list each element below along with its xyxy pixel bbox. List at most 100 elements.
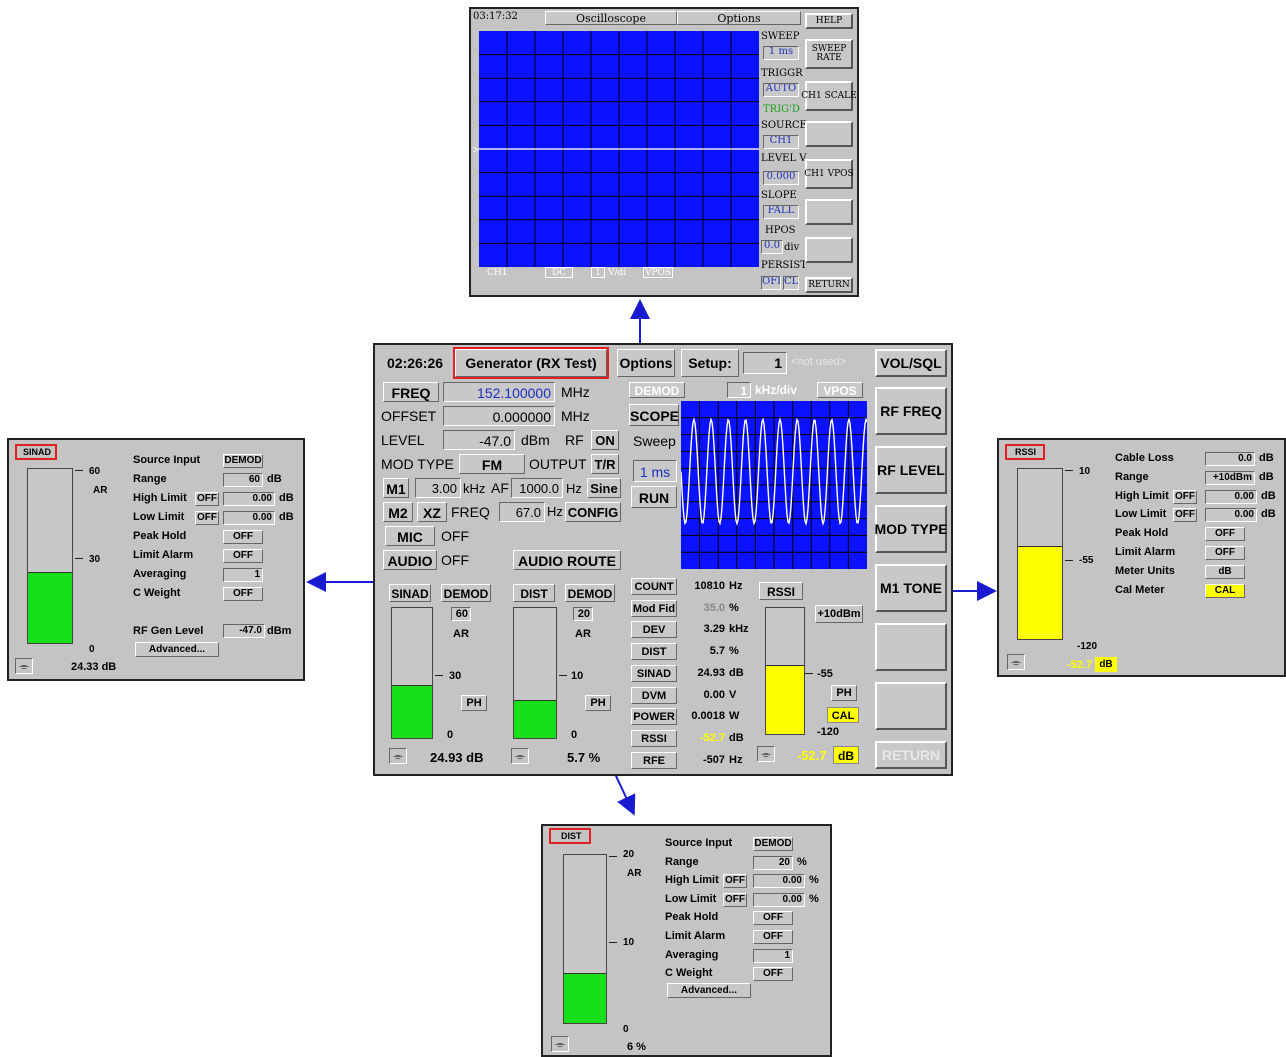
dist_pop-range-input[interactable]: 20 <box>753 855 793 870</box>
xz-button[interactable]: XZ <box>417 502 447 522</box>
sinad-peak-hold[interactable]: PH <box>461 695 487 711</box>
dist_pop-averaging-input[interactable]: 1 <box>753 948 793 963</box>
dist_pop-low-limit-input[interactable]: 0.00 <box>753 892 805 907</box>
rssi_pop-peak-hold-select[interactable]: OFF <box>1205 527 1245 542</box>
osc-options-menu[interactable]: Options <box>677 11 801 25</box>
config-button[interactable]: CONFIG <box>565 502 621 522</box>
osc-help-button[interactable]: HELP <box>805 13 853 29</box>
rf-toggle[interactable]: ON <box>591 430 619 450</box>
rssi-popup-bell-icon[interactable]: ⌯ <box>1007 654 1025 670</box>
main-options-menu[interactable]: Options <box>617 349 675 377</box>
dist_pop-source-input-select[interactable]: DEMOD <box>753 837 793 851</box>
sinad_pop-peak-hold-select[interactable]: OFF <box>223 530 263 544</box>
dist-peak-hold[interactable]: PH <box>585 695 611 711</box>
osc-persist-clear[interactable]: CL <box>783 276 799 290</box>
softkey-m1-tone[interactable]: M1 TONE <box>875 564 947 612</box>
rssi_pop-low-limit-input[interactable]: 0.00 <box>1205 508 1257 523</box>
level-input[interactable]: -47.0 <box>443 430 515 450</box>
sinad-gen-level-input[interactable]: -47.0 <box>223 624 265 638</box>
softkey-rf-level[interactable]: RF LEVEL <box>875 446 947 494</box>
sinad_pop-limit-alarm-select[interactable]: OFF <box>223 549 263 563</box>
osc-sweep-rate-button[interactable]: SWEEP RATE <box>805 39 853 69</box>
offset-input[interactable]: 0.000000 <box>443 406 555 426</box>
sinad-advanced-button[interactable]: Advanced... <box>135 642 219 657</box>
osc-level-value[interactable]: 0.000 <box>763 171 799 185</box>
m2-button[interactable]: M2 <box>383 502 413 522</box>
sinad-range[interactable]: 60 <box>451 607 471 621</box>
dist_pop-c-weight-select[interactable]: OFF <box>753 967 793 982</box>
meter-power-button[interactable]: POWER <box>631 708 677 726</box>
af-input[interactable]: 1000.0 <box>511 478 563 498</box>
dist-popup-bell-icon[interactable]: ⌯ <box>551 1036 569 1052</box>
rssi_pop-cable-loss-input[interactable]: 0.0 <box>1205 452 1255 466</box>
m1-button[interactable]: M1 <box>383 478 409 498</box>
sinad_pop-high-limit-toggle[interactable]: OFF <box>195 492 219 506</box>
osc-footer-vpos[interactable]: VPOS <box>643 267 673 278</box>
freq-input[interactable]: 152.100000 <box>443 382 555 402</box>
osc-trigger-mode[interactable]: AUTO <box>763 83 799 97</box>
sinad_pop-low-limit-toggle[interactable]: OFF <box>195 511 219 525</box>
sinad-meter-label[interactable]: SINAD <box>389 584 431 602</box>
rssi_pop-range-input[interactable]: +10dBm <box>1205 470 1255 485</box>
audio-button[interactable]: AUDIO <box>383 550 437 570</box>
osc-sweep-value[interactable]: 1 ms <box>763 46 799 60</box>
dist-advanced-button[interactable]: Advanced... <box>667 983 751 998</box>
rssi_pop-limit-alarm-select[interactable]: OFF <box>1205 546 1245 560</box>
dist_pop-high-limit-toggle[interactable]: OFF <box>723 874 747 889</box>
rssi-cal-button[interactable]: CAL <box>827 707 859 723</box>
osc-blank-button-2[interactable] <box>805 199 853 225</box>
mic-button[interactable]: MIC <box>385 526 435 546</box>
softkey-vol-sql[interactable]: VOL/SQL <box>875 349 947 377</box>
osc-slope-value[interactable]: FALL <box>763 205 799 219</box>
dist_pop-high-limit-input[interactable]: 0.00 <box>753 874 805 889</box>
rssi-alarm-bell-icon[interactable]: ⌯ <box>757 746 775 762</box>
m1-input[interactable]: 3.00 <box>415 478 461 498</box>
osc-source-value[interactable]: CH1 <box>763 135 799 149</box>
sinad_pop-c-weight-select[interactable]: OFF <box>223 587 263 601</box>
sinad-popup-bell-icon[interactable]: ⌯ <box>15 658 33 674</box>
m2-freq-input[interactable]: 67.0 <box>499 502 545 522</box>
rssi-range-select[interactable]: +10dBm <box>815 605 863 623</box>
rssi_pop-low-limit-toggle[interactable]: OFF <box>1173 508 1197 523</box>
dist-alarm-bell-icon[interactable]: ⌯ <box>511 748 529 764</box>
softkey-mod-type[interactable]: MOD TYPE <box>874 505 948 553</box>
sinad-alarm-bell-icon[interactable]: ⌯ <box>389 748 407 764</box>
rssi-unit-button[interactable]: dB <box>833 746 859 764</box>
rssi_pop-cal-meter-select[interactable]: CAL <box>1205 583 1245 598</box>
dist-source-select[interactable]: DEMOD <box>565 584 615 602</box>
meter-dvm-button[interactable]: DVM <box>631 686 677 704</box>
osc-ch1-scale-button[interactable]: CH1 SCALE <box>801 81 857 111</box>
rssi_pop-meter-units-select[interactable]: dB <box>1205 564 1245 579</box>
sinad_pop-high-limit-input[interactable]: 0.00 <box>223 492 275 506</box>
mini-scope-scale[interactable]: 1 <box>727 382 751 398</box>
meter-rfe-button[interactable]: RFE <box>631 751 677 769</box>
osc-hpos-value[interactable]: 0.0 <box>761 240 783 254</box>
sinad_pop-averaging-input[interactable]: 1 <box>223 568 263 582</box>
osc-blank-button-3[interactable] <box>805 237 853 263</box>
sinad_pop-source-input-select[interactable]: DEMOD <box>223 454 263 468</box>
modtype-select[interactable]: FM <box>459 454 525 474</box>
osc-persist-value[interactable]: OFF <box>761 276 781 290</box>
sinad-source-select[interactable]: DEMOD <box>441 584 491 602</box>
osc-blank-button-1[interactable] <box>805 121 853 147</box>
setup-input[interactable]: 1 <box>743 352 787 374</box>
osc-return-button[interactable]: RETURN <box>805 277 853 293</box>
freq-button[interactable]: FREQ <box>383 382 439 402</box>
dist_pop-limit-alarm-select[interactable]: OFF <box>753 930 793 944</box>
mini-scope-source[interactable]: DEMOD <box>629 382 685 398</box>
meter-rssi-button[interactable]: RSSI <box>631 729 677 747</box>
softkey-rf-freq[interactable]: RF FREQ <box>875 387 947 435</box>
softkey-blank-1[interactable] <box>875 623 947 671</box>
meter-count-button[interactable]: COUNT <box>631 578 677 595</box>
softkey-blank-2[interactable] <box>875 682 947 730</box>
meter-sinad-button[interactable]: SINAD <box>631 664 677 682</box>
rssi-meter-label[interactable]: RSSI <box>759 582 803 600</box>
rssi-popup-unit[interactable]: dB <box>1095 657 1117 672</box>
rssi_pop-high-limit-input[interactable]: 0.00 <box>1205 489 1257 504</box>
mini-scope-vpos[interactable]: VPOS <box>817 382 863 398</box>
osc-footer-coupling[interactable]: DC <box>545 267 573 278</box>
osc-footer-scale[interactable]: 1 <box>591 267 605 278</box>
audio-route-button[interactable]: AUDIO ROUTE <box>513 550 621 570</box>
dist-range[interactable]: 20 <box>573 607 593 621</box>
output-select[interactable]: T/R <box>591 454 619 474</box>
